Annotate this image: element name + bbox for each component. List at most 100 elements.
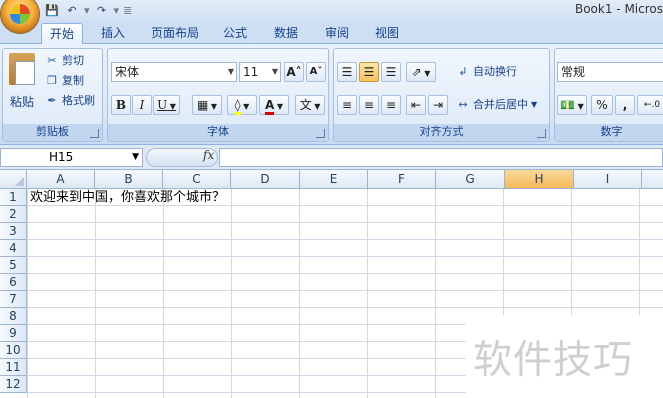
align-bottom-icon: ☰ — [385, 65, 397, 79]
format-painter-button[interactable]: ✒ 格式刷 — [45, 92, 95, 110]
increase-decimal-button[interactable]: ←.0 — [637, 95, 663, 115]
column-header-i[interactable]: I — [574, 170, 642, 189]
alignment-group: ☰ ☰ ☰ ⇗ ▼ ↲ 自动换行 ≡ ≡ ≡ ⇤ ⇥ ↔ 合并后居中 ▼ 对齐方式 — [333, 48, 550, 142]
paste-label: 粘贴 — [9, 95, 34, 109]
underline-button[interactable]: U ▼ — [153, 95, 180, 115]
chevron-down-icon: ▼ — [271, 67, 278, 76]
increase-indent-button[interactable]: ⇥ — [428, 95, 448, 115]
row-header[interactable]: 11 — [0, 359, 27, 376]
fill-color-button[interactable]: ◊ ▼ — [227, 95, 257, 115]
redo-icon[interactable]: ↷ — [94, 4, 110, 17]
decrease-indent-button[interactable]: ⇤ — [406, 95, 426, 115]
number-format-value: 常规 — [561, 65, 586, 79]
wrap-text-button[interactable]: ↲ 自动换行 — [456, 63, 517, 81]
align-right-button[interactable]: ≡ — [381, 95, 401, 115]
tab-home[interactable]: 开始 — [41, 23, 83, 44]
column-header-a[interactable]: A — [27, 170, 95, 189]
merge-center-label: 合并后居中 — [473, 98, 528, 111]
row-header[interactable]: 3 — [0, 223, 27, 240]
tab-insert[interactable]: 插入 — [93, 23, 133, 44]
formula-input[interactable] — [219, 148, 663, 167]
row-header[interactable]: 10 — [0, 342, 27, 359]
comma-button[interactable]: , — [615, 95, 635, 115]
chevron-down-icon: ▼ — [575, 102, 584, 111]
font-size-select[interactable]: 11 ▼ — [239, 62, 281, 82]
orientation-button[interactable]: ⇗ ▼ — [406, 62, 436, 82]
ribbon-tabs: 开始 插入 页面布局 公式 数据 审阅 视图 — [0, 20, 663, 44]
font-group: 宋体 ▼ 11 ▼ A˄ A˅ B I U ▼ ▦ ▼ ◊ ▼ A ▼ 文 ▼ 字体 — [107, 48, 329, 142]
chevron-down-icon: ▼ — [274, 102, 283, 111]
chevron-down-icon: ▼ — [227, 67, 234, 76]
chevron-down-icon: ▼ — [208, 102, 218, 111]
column-headers: A B C D E F G H I — [0, 170, 663, 189]
paste-button[interactable]: 粘贴 — [6, 53, 38, 110]
borders-icon: ▦ — [196, 98, 209, 112]
align-middle-button[interactable]: ☰ — [359, 62, 379, 82]
tab-data[interactable]: 数据 — [266, 23, 306, 44]
clipboard-group: 粘贴 ✂ 剪切 ❐ 复制 ✒ 格式刷 剪贴板 — [2, 48, 103, 142]
column-header-b[interactable]: B — [95, 170, 163, 189]
font-color-button[interactable]: A ▼ — [259, 95, 289, 115]
chevron-down-icon: ▼ — [240, 102, 250, 111]
tab-formulas[interactable]: 公式 — [215, 23, 255, 44]
cell-a1[interactable]: 欢迎来到中国，你喜欢那个城市？ — [30, 190, 225, 206]
column-header-g[interactable]: G — [436, 170, 505, 189]
cut-label: 剪切 — [62, 54, 84, 67]
column-header-c[interactable]: C — [163, 170, 231, 189]
column-header-h[interactable]: H — [505, 170, 574, 189]
clipboard-group-label: 剪贴板 — [3, 124, 102, 141]
select-all-button[interactable] — [0, 170, 27, 189]
tab-review[interactable]: 审阅 — [317, 23, 357, 44]
align-left-button[interactable]: ≡ — [337, 95, 357, 115]
row-header[interactable]: 5 — [0, 257, 27, 274]
row-header[interactable]: 9 — [0, 325, 27, 342]
row-header[interactable]: 6 — [0, 274, 27, 291]
bold-button[interactable]: B — [111, 95, 131, 115]
copy-button[interactable]: ❐ 复制 — [45, 72, 84, 90]
increase-decimal-icon: ←.0 — [643, 100, 661, 110]
name-box[interactable]: H15 ▼ — [0, 148, 143, 167]
formula-bar: H15 ▼ fx — [0, 145, 663, 170]
customize-qat-icon[interactable]: ≣ — [123, 4, 132, 17]
align-top-button[interactable]: ☰ — [337, 62, 357, 82]
alignment-launcher-icon[interactable] — [537, 129, 546, 138]
insert-function-icon[interactable]: fx — [203, 148, 214, 162]
percent-button[interactable]: % — [591, 95, 613, 115]
save-icon[interactable]: 💾 — [44, 4, 60, 17]
watermark: 软件技巧 — [466, 315, 663, 398]
italic-button[interactable]: I — [132, 95, 152, 115]
cut-button[interactable]: ✂ 剪切 — [45, 52, 84, 70]
merge-center-button[interactable]: ↔ 合并后居中 ▼ — [456, 96, 537, 114]
accounting-format-button[interactable]: 💵 ▼ — [557, 95, 587, 115]
brush-icon: ✒ — [47, 94, 57, 107]
number-format-select[interactable]: 常规 — [557, 62, 663, 82]
undo-dropdown-icon[interactable]: ▾ — [84, 4, 90, 17]
shrink-font-button[interactable]: A˅ — [306, 62, 326, 82]
tab-view[interactable]: 视图 — [367, 23, 407, 44]
align-bottom-button[interactable]: ☰ — [381, 62, 401, 82]
font-name-select[interactable]: 宋体 ▼ — [111, 62, 237, 82]
alignment-group-label: 对齐方式 — [334, 124, 549, 141]
column-header-j[interactable] — [642, 170, 663, 189]
row-header[interactable]: 8 — [0, 308, 27, 325]
redo-dropdown-icon[interactable]: ▾ — [114, 4, 120, 17]
clipboard-launcher-icon[interactable] — [90, 129, 99, 138]
grow-font-button[interactable]: A˄ — [284, 62, 304, 82]
column-header-e[interactable]: E — [300, 170, 368, 189]
row-header[interactable]: 1 — [0, 189, 27, 206]
row-header[interactable]: 12 — [0, 376, 27, 393]
row-header[interactable]: 4 — [0, 240, 27, 257]
borders-button[interactable]: ▦ ▼ — [192, 95, 222, 115]
align-center-icon: ≡ — [363, 98, 375, 112]
scissors-icon: ✂ — [47, 54, 57, 67]
window-title: Book1 - Micros — [574, 2, 663, 16]
font-launcher-icon[interactable] — [316, 129, 325, 138]
column-header-d[interactable]: D — [231, 170, 300, 189]
row-header[interactable]: 7 — [0, 291, 27, 308]
column-header-f[interactable]: F — [368, 170, 436, 189]
phonetic-guide-button[interactable]: 文 ▼ — [295, 95, 325, 115]
align-center-button[interactable]: ≡ — [359, 95, 379, 115]
row-header[interactable]: 2 — [0, 206, 27, 223]
undo-icon[interactable]: ↶ — [64, 4, 80, 17]
tab-page-layout[interactable]: 页面布局 — [146, 23, 204, 44]
